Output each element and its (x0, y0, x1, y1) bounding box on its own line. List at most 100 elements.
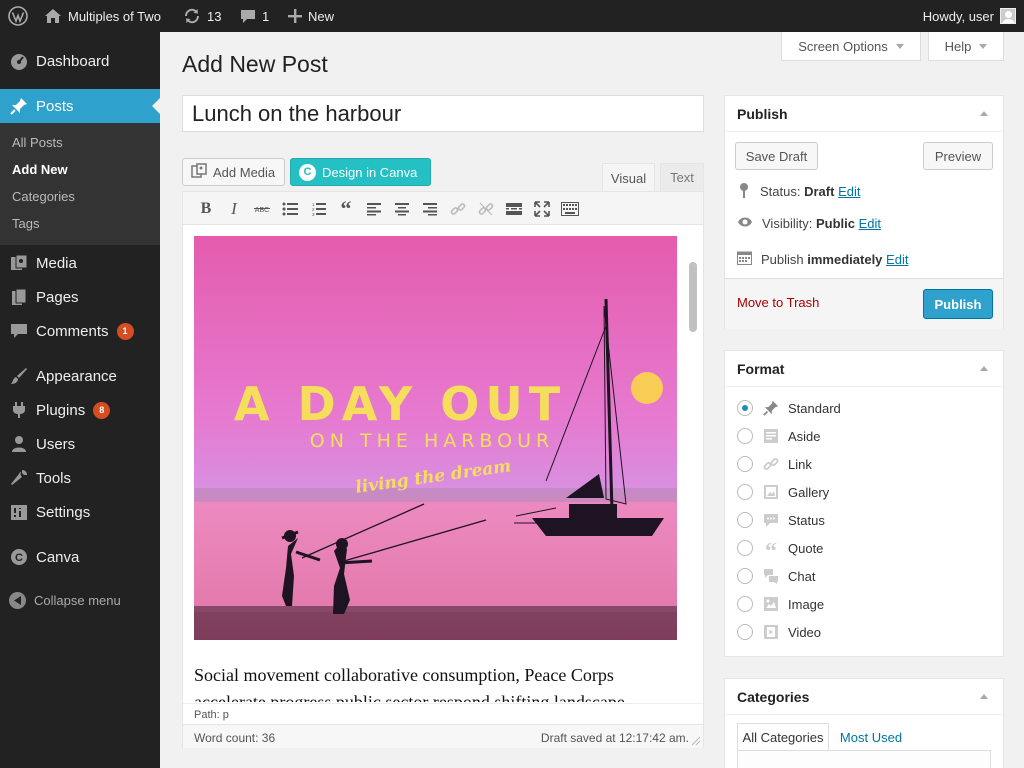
collapse-toggle-icon[interactable] (980, 366, 988, 371)
radio-gallery[interactable] (737, 484, 753, 500)
sidebar-item-settings[interactable]: Settings (0, 495, 160, 529)
edit-status-link[interactable]: Edit (838, 184, 860, 199)
format-option-image[interactable]: Image (737, 594, 824, 614)
submenu-add-new[interactable]: Add New (12, 162, 68, 177)
submenu-all-posts[interactable]: All Posts (12, 135, 63, 150)
hero-image[interactable]: A DAY OUT ON THE HARBOUR living the drea… (194, 236, 677, 640)
page-title: Add New Post (182, 51, 328, 77)
submenu-categories[interactable]: Categories (12, 189, 75, 204)
format-option-quote[interactable]: “ Quote (737, 538, 823, 565)
quote-icon: “ (765, 539, 777, 565)
sidebar-item-plugins[interactable]: Plugins 8 (0, 393, 160, 427)
add-media-button[interactable]: Add Media (182, 158, 285, 186)
read-more-icon[interactable] (503, 198, 525, 220)
publish-box-header[interactable]: Publish (725, 96, 1003, 132)
sidebar-item-media[interactable]: Media (0, 246, 160, 280)
format-option-link[interactable]: Link (737, 454, 812, 474)
format-option-standard[interactable]: Standard (737, 398, 841, 418)
sidebar-item-comments[interactable]: Comments 1 (0, 314, 160, 348)
radio-standard[interactable] (737, 400, 753, 416)
sidebar-item-appearance[interactable]: Appearance (0, 359, 160, 393)
radio-video[interactable] (737, 624, 753, 640)
site-name-link[interactable]: Multiples of Two (44, 0, 161, 32)
align-right-icon[interactable] (419, 198, 441, 220)
post-editor: B I ABC 123 “ A DAY OUT ON THE HARBOUR l… (182, 191, 704, 748)
radio-quote[interactable] (737, 540, 753, 556)
chat-icon (762, 567, 780, 585)
tab-text[interactable]: Text (660, 163, 704, 191)
wordpress-logo-icon[interactable] (8, 0, 28, 32)
screen-options-button[interactable]: Screen Options (781, 32, 921, 61)
format-label: Video (788, 624, 822, 640)
tab-visual[interactable]: Visual (602, 163, 655, 192)
bold-icon[interactable]: B (195, 198, 217, 220)
post-title-input[interactable] (183, 96, 703, 131)
radio-link[interactable] (737, 456, 753, 472)
my-account-link[interactable]: Howdy, user (923, 0, 1016, 32)
eye-icon (737, 216, 753, 231)
sidebar-item-label: Appearance (36, 367, 117, 385)
unlink-icon[interactable] (475, 198, 497, 220)
visibility-value: Public (815, 216, 855, 231)
canva-icon: C (299, 163, 316, 181)
editor-scrollbar[interactable] (689, 262, 697, 332)
sidebar-item-label: Settings (36, 503, 91, 521)
design-in-canva-button[interactable]: C Design in Canva (290, 158, 431, 186)
format-option-status[interactable]: Status (737, 510, 825, 530)
editor-content-area[interactable]: A DAY OUT ON THE HARBOUR living the drea… (183, 226, 703, 702)
sidebar-item-users[interactable]: Users (0, 427, 160, 461)
italic-icon[interactable]: I (223, 198, 245, 220)
format-option-chat[interactable]: Chat (737, 566, 815, 586)
bulleted-list-icon[interactable] (279, 198, 301, 220)
fullscreen-icon[interactable] (531, 198, 553, 220)
insert-link-icon[interactable] (447, 198, 469, 220)
blockquote-icon[interactable]: “ (335, 196, 357, 221)
preview-button[interactable]: Preview (923, 142, 993, 170)
sidebar-item-canva[interactable]: C Canva (0, 540, 160, 574)
toolbar-toggle-icon[interactable] (559, 198, 581, 220)
sidebar-item-pages[interactable]: Pages (0, 280, 160, 314)
format-label: Link (788, 456, 812, 472)
collapse-toggle-icon[interactable] (980, 694, 988, 699)
home-icon (44, 8, 62, 24)
submenu-tags[interactable]: Tags (12, 216, 39, 231)
updates-link[interactable]: 13 (183, 0, 221, 32)
new-content-link[interactable]: New (288, 0, 334, 32)
users-icon (9, 434, 29, 454)
help-button[interactable]: Help (928, 32, 1004, 61)
categories-box-header[interactable]: Categories (725, 679, 1003, 715)
sidebar-item-tools[interactable]: Tools (0, 461, 160, 495)
strikethrough-icon[interactable]: ABC (251, 198, 273, 220)
collapse-menu-button[interactable]: Collapse menu (9, 592, 121, 609)
sidebar-item-posts[interactable]: Posts (0, 89, 160, 123)
edit-timestamp-link[interactable]: Edit (886, 252, 908, 267)
format-option-gallery[interactable]: Gallery (737, 482, 829, 502)
publish-button[interactable]: Publish (923, 289, 993, 319)
greeting: Howdy, user (922, 8, 994, 24)
tab-all-categories[interactable]: All Categories (737, 723, 829, 751)
radio-chat[interactable] (737, 568, 753, 584)
comments-link[interactable]: 1 (240, 0, 269, 32)
post-content-text[interactable]: Social movement collaborative consumptio… (194, 662, 684, 702)
sidebar-item-dashboard[interactable]: Dashboard (0, 44, 160, 78)
collapse-toggle-icon[interactable] (980, 111, 988, 116)
format-label: Standard (788, 400, 841, 416)
format-option-aside[interactable]: Aside (737, 426, 821, 446)
resize-handle-icon[interactable] (691, 736, 701, 746)
align-center-icon[interactable] (391, 198, 413, 220)
format-option-video[interactable]: Video (737, 622, 821, 642)
radio-status[interactable] (737, 512, 753, 528)
categories-checklist[interactable] (737, 750, 991, 768)
tab-most-used[interactable]: Most Used (835, 723, 907, 751)
edit-visibility-link[interactable]: Edit (859, 216, 881, 231)
wrench-icon (9, 468, 29, 488)
radio-image[interactable] (737, 596, 753, 612)
media-icon (9, 253, 29, 273)
align-left-icon[interactable] (363, 198, 385, 220)
post-title-field[interactable] (182, 95, 704, 132)
move-to-trash-link[interactable]: Move to Trash (737, 295, 819, 310)
radio-aside[interactable] (737, 428, 753, 444)
numbered-list-icon[interactable]: 123 (307, 198, 329, 220)
format-box-header[interactable]: Format (725, 351, 1003, 387)
save-draft-button[interactable]: Save Draft (735, 142, 818, 170)
